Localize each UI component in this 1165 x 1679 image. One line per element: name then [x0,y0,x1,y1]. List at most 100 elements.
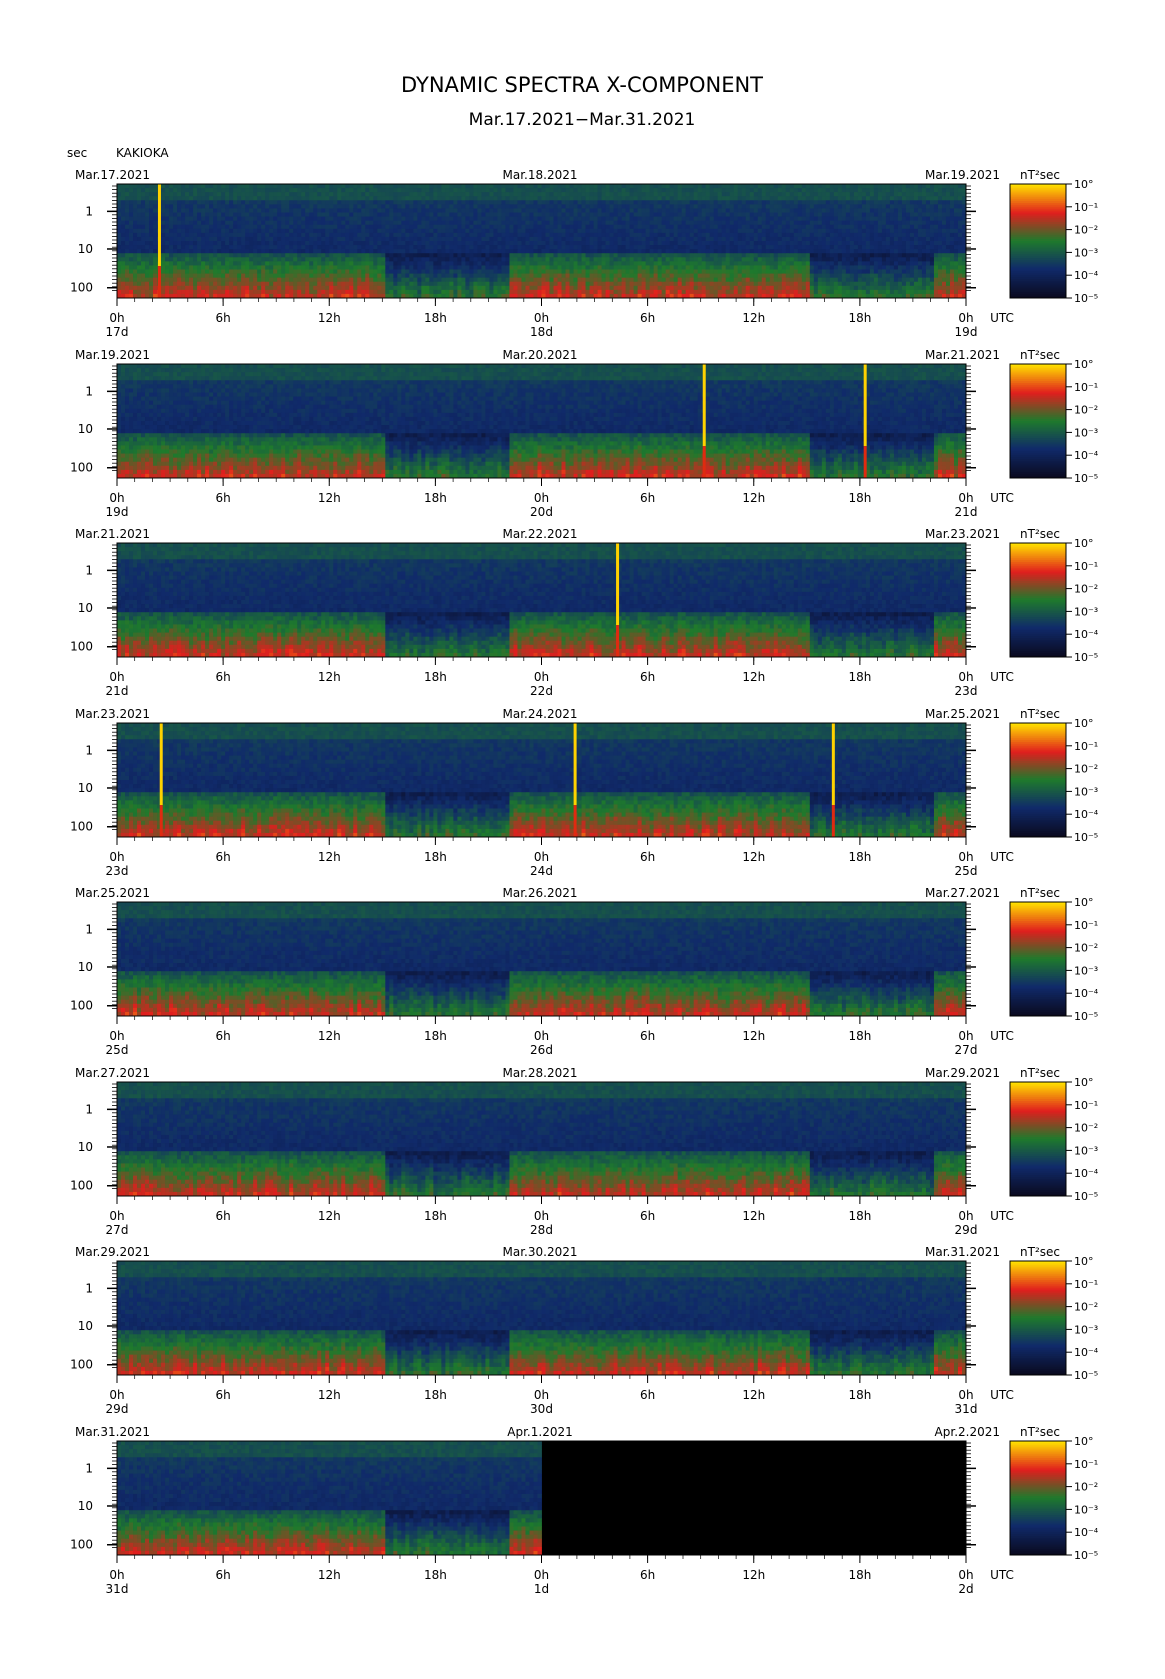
heatmap-cell [205,217,209,221]
heatmap-cell [165,286,169,290]
heatmap-cell [121,282,125,286]
heatmap-cell [153,225,157,229]
heatmap-cell [141,237,145,241]
heatmap-cell [201,270,205,274]
heatmap-cell [141,257,145,261]
heatmap-cell [189,261,193,265]
heatmap-cell [181,192,185,196]
heatmap-cell [121,192,125,196]
heatmap-cell [221,184,225,188]
heatmap-cell [153,192,157,196]
heatmap-cell [209,290,213,294]
heatmap-cell [153,290,157,294]
heatmap-cell [209,245,213,249]
heatmap-cell [193,208,197,212]
heatmap-cell [197,282,201,286]
heatmap-cell [161,282,165,286]
heatmap-cell [149,229,153,233]
heatmap-cell [169,245,173,249]
heatmap-cell [201,213,205,217]
heatmap-cell [233,274,237,278]
heatmap-cell [209,237,213,241]
heatmap-cell [161,265,165,269]
heatmap-cell [193,274,197,278]
heatmap-cell [153,278,157,282]
heatmap-cell [129,217,133,221]
heatmap-cell [141,188,145,192]
heatmap-cell [209,208,213,212]
heatmap-cell [213,257,217,261]
heatmap-cell [133,265,137,269]
heatmap-cell [185,192,189,196]
heatmap-cell [221,204,225,208]
heatmap-cell [129,265,133,269]
heatmap-cell [233,290,237,294]
heatmap-cell [177,200,181,204]
heatmap-cell [125,221,129,225]
heatmap-cell [213,253,217,257]
heatmap-cell [117,286,121,290]
heatmap-cell [237,188,241,192]
heatmap-cell [197,196,201,200]
heatmap-cell [153,221,157,225]
heatmap-cell [205,274,209,278]
heatmap-cell [129,229,133,233]
heatmap-cell [153,245,157,249]
heatmap-cell [213,225,217,229]
heatmap-cell [205,270,209,274]
heatmap-cell [221,217,225,221]
heatmap-cell [165,229,169,233]
heatmap-cell [145,200,149,204]
heatmap-cell [201,204,205,208]
heatmap-cell [173,245,177,249]
heatmap-cell [193,184,197,188]
heatmap-cell [169,265,173,269]
heatmap-cell [209,225,213,229]
heatmap-cell [185,253,189,257]
heatmap-cell [213,282,217,286]
heatmap-cell [125,245,129,249]
heatmap-cell [217,257,221,261]
heatmap-cell [221,245,225,249]
heatmap-cell [181,265,185,269]
heatmap-cell [225,265,229,269]
heatmap-cell [137,286,141,290]
heatmap-cell [133,282,137,286]
heatmap-cell [209,241,213,245]
heatmap-cell [233,241,237,245]
heatmap-cell [169,253,173,257]
heatmap-cell [129,233,133,237]
heatmap-cell [229,204,233,208]
heatmap-cell [153,233,157,237]
heatmap-cell [201,261,205,265]
heatmap-cell [137,192,141,196]
heatmap-cell [213,274,217,278]
heatmap-cell [225,274,229,278]
heatmap-cell [201,208,205,212]
heatmap-cell [125,282,129,286]
heatmap-cell [149,204,153,208]
heatmap-cell [133,213,137,217]
heatmap-cell [137,196,141,200]
heatmap-cell [197,274,201,278]
heatmap-cell [165,204,169,208]
heatmap-cell [197,192,201,196]
heatmap-cell [205,196,209,200]
heatmap-cell [229,274,233,278]
heatmap-cell [177,221,181,225]
figure-title: DYNAMIC SPECTRA X-COMPONENT [401,73,763,97]
heatmap-cell [169,208,173,212]
heatmap-cell [133,208,137,212]
heatmap-cell [153,184,157,188]
heatmap-cell [181,188,185,192]
heatmap-cell [213,237,217,241]
heatmap-cell [137,188,141,192]
heatmap-cell [141,221,145,225]
heatmap-cell [213,217,217,221]
heatmap-cell [225,237,229,241]
heatmap-cell [201,196,205,200]
heatmap-cell [213,192,217,196]
heatmap-cell [161,229,165,233]
heatmap-cell [161,249,165,253]
heatmap-cell [177,286,181,290]
